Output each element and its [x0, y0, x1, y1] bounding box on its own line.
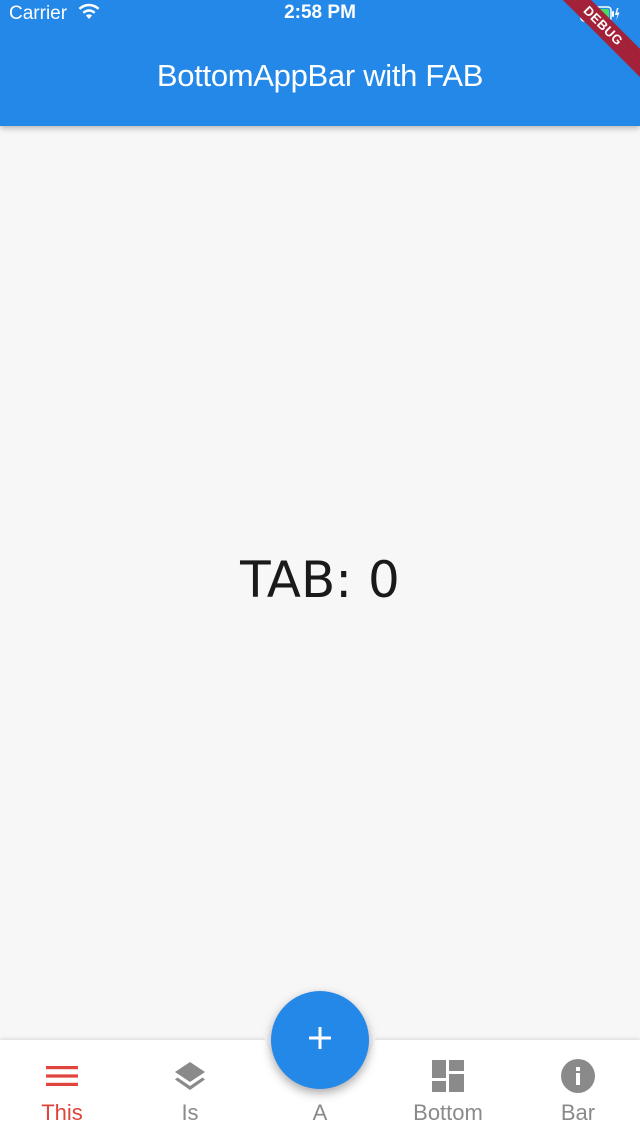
- nav-item-bar[interactable]: Bar: [514, 1058, 640, 1128]
- status-bar: Carrier 2:58 PM: [0, 0, 640, 28]
- nav-label-this: This: [41, 1100, 83, 1125]
- info-icon: [514, 1058, 640, 1094]
- dashboard-icon: [384, 1058, 512, 1094]
- page-title: BottomAppBar with FAB: [156, 58, 484, 93]
- nav-item-is[interactable]: Is: [126, 1058, 254, 1128]
- nav-item-bottom[interactable]: Bottom: [384, 1058, 512, 1128]
- nav-label-bottom: Bottom: [413, 1100, 483, 1125]
- menu-icon: [0, 1058, 126, 1094]
- main-content: TAB: 0: [0, 126, 640, 1040]
- tab-indicator-text: TAB: 0: [240, 551, 400, 609]
- nav-item-this[interactable]: This: [0, 1058, 126, 1128]
- app-bar: Carrier 2:58 PM BottomAppBar with FAB: [0, 0, 640, 126]
- layers-icon: [126, 1058, 254, 1094]
- nav-label-is: Is: [181, 1100, 199, 1125]
- plus-icon: [306, 1024, 334, 1057]
- status-time: 2:58 PM: [284, 2, 356, 23]
- nav-label-a: A: [312, 1100, 328, 1125]
- add-fab-button[interactable]: [271, 991, 369, 1089]
- nav-label-bar: Bar: [560, 1100, 596, 1125]
